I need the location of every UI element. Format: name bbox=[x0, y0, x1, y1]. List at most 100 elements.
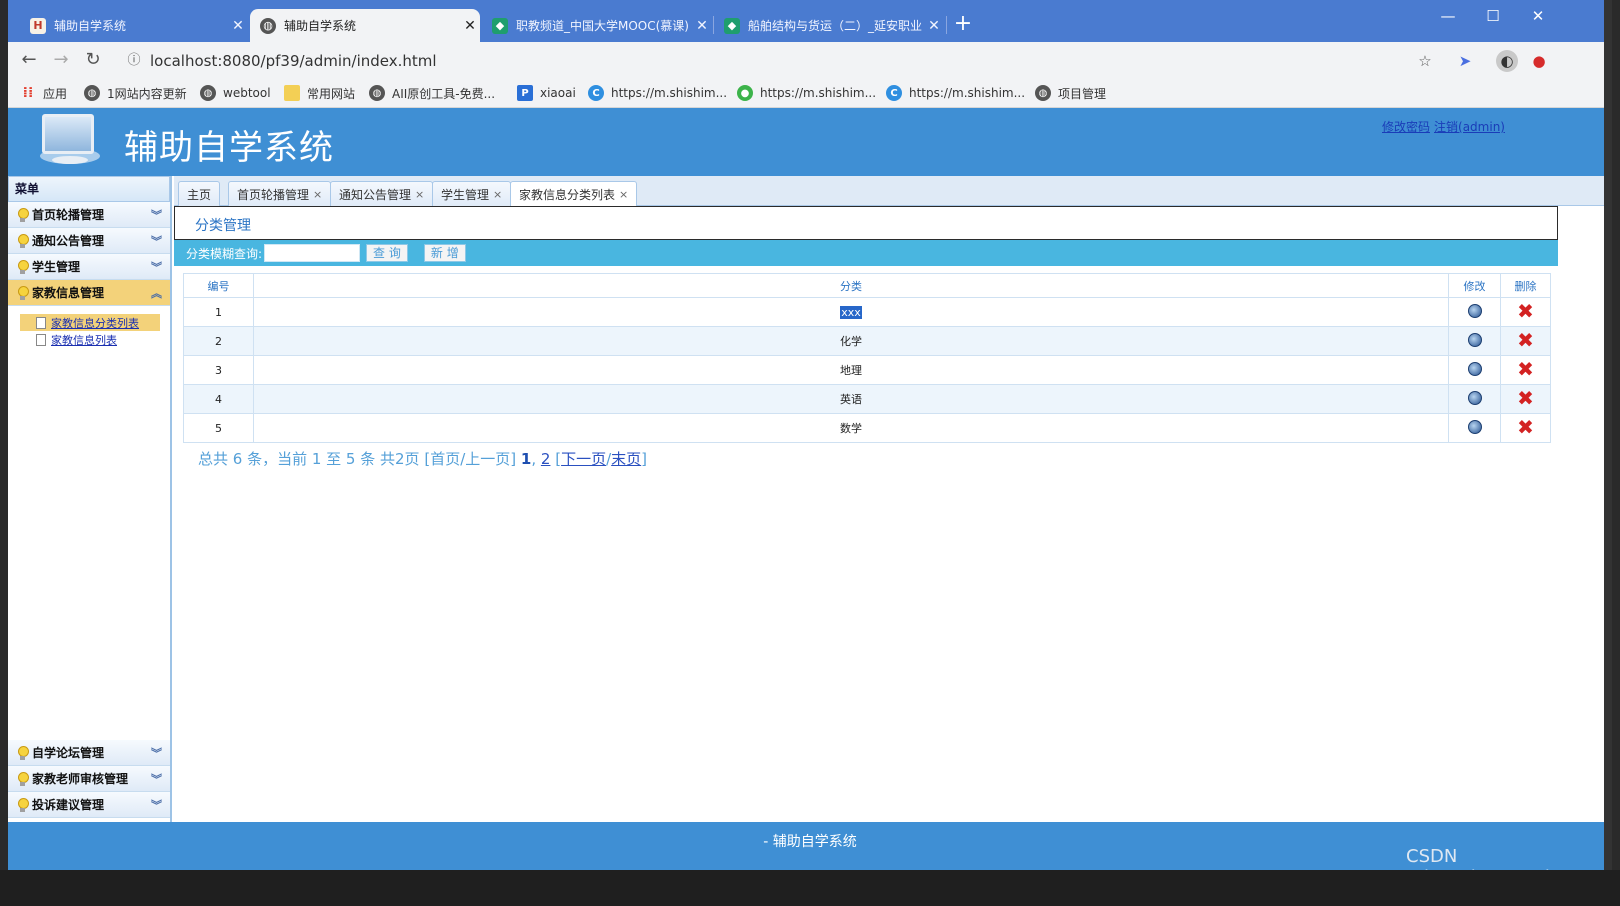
bookmark-item[interactable]: ● https://m.shishim... bbox=[737, 83, 876, 103]
chevron-down-icon: ︾ bbox=[151, 209, 162, 222]
address-bar[interactable]: ⓘ localhost:8080/pf39/admin/index.html bbox=[118, 47, 1458, 75]
tab-separator bbox=[946, 16, 947, 34]
sidebar-item-complaints[interactable]: 投诉建议管理 ︾ bbox=[8, 792, 170, 818]
cell-delete: ✖ bbox=[1500, 413, 1551, 443]
close-tab-icon[interactable]: ✕ bbox=[924, 18, 944, 34]
bookmark-item[interactable]: C https://m.shishim... bbox=[588, 83, 727, 103]
table-row: 2 化学 ✖ bbox=[183, 326, 1551, 356]
search-button[interactable]: 查 询 bbox=[366, 244, 408, 262]
new-tab-button[interactable]: + bbox=[950, 12, 976, 38]
tab-carousel[interactable]: 首页轮播管理 × bbox=[228, 181, 332, 206]
pager-page-2-link[interactable]: 2 bbox=[541, 450, 551, 468]
edit-icon[interactable] bbox=[1467, 361, 1482, 376]
logout-link[interactable]: 注销(admin) bbox=[1434, 120, 1505, 134]
close-icon[interactable]: × bbox=[493, 188, 502, 201]
profile-avatar-icon[interactable]: ◐ bbox=[1496, 50, 1518, 72]
tab-notice[interactable]: 通知公告管理 × bbox=[330, 181, 434, 206]
close-tab-icon[interactable]: ✕ bbox=[228, 18, 248, 34]
edit-icon[interactable] bbox=[1467, 419, 1482, 434]
delete-icon[interactable]: ✖ bbox=[1517, 359, 1534, 379]
pager-first-prev: [首页/上一页] bbox=[424, 450, 517, 468]
forward-arrow-icon[interactable]: → bbox=[48, 48, 74, 74]
app-title: 辅助自学系统 bbox=[124, 128, 334, 168]
browser-tab-active[interactable]: ◍ 辅助自学系统 ✕ bbox=[250, 9, 480, 42]
bookmark-item[interactable]: C https://m.shishim... bbox=[886, 83, 1025, 103]
header-links: 修改密码 注销(admin) bbox=[1382, 118, 1509, 135]
window-close-icon[interactable]: ✕ bbox=[1518, 4, 1558, 28]
address-url[interactable]: localhost:8080/pf39/admin/index.html bbox=[150, 52, 437, 70]
bookmark-label: webtool bbox=[223, 86, 271, 100]
tab-students[interactable]: 学生管理 × bbox=[432, 181, 512, 206]
bookmark-item[interactable]: ◍ webtool bbox=[200, 83, 271, 103]
delete-icon[interactable]: ✖ bbox=[1517, 388, 1534, 408]
delete-icon[interactable]: ✖ bbox=[1517, 330, 1534, 350]
delete-icon[interactable]: ✖ bbox=[1517, 301, 1534, 321]
sidebar-item-tutor-info[interactable]: 家教信息管理 ︽ bbox=[8, 280, 170, 306]
apps-grid-icon: ⁞⁞ bbox=[22, 85, 34, 101]
edit-icon[interactable] bbox=[1467, 303, 1482, 318]
minimize-icon[interactable]: — bbox=[1428, 4, 1468, 28]
browser-tab[interactable]: ◆ 船舶结构与货运（二）_延安职业 ✕ bbox=[714, 9, 944, 42]
page-scrollbar[interactable] bbox=[1604, 0, 1612, 900]
submenu-link-info-list[interactable]: 家教信息列表 bbox=[20, 331, 160, 348]
chevron-down-icon: ︾ bbox=[151, 773, 162, 786]
add-button[interactable]: 新 增 bbox=[423, 244, 466, 262]
bookmark-item[interactable]: P xiaoai bbox=[517, 83, 576, 103]
cell-edit bbox=[1448, 355, 1501, 385]
back-arrow-icon[interactable]: ← bbox=[16, 48, 42, 74]
submenu-link-category-list[interactable]: 家教信息分类列表 bbox=[20, 314, 160, 331]
pager-last-link[interactable]: 末页 bbox=[611, 450, 641, 468]
cell-category: 数学 bbox=[253, 413, 1449, 443]
close-icon[interactable]: × bbox=[619, 188, 628, 201]
category-search-input[interactable] bbox=[264, 244, 361, 262]
bookmark-item[interactable]: ◍ 1网站内容更新 bbox=[84, 83, 187, 103]
close-tab-icon[interactable]: ✕ bbox=[460, 18, 480, 34]
cell-category: xxx bbox=[253, 297, 1449, 327]
pager-next-link[interactable]: 下一页 bbox=[561, 450, 606, 468]
logo-stand bbox=[52, 156, 88, 164]
delete-icon[interactable]: ✖ bbox=[1517, 417, 1534, 437]
site-info-icon[interactable]: ⓘ bbox=[124, 51, 144, 71]
pager-current-page: 1 bbox=[520, 450, 532, 468]
cell-category: 英语 bbox=[253, 384, 1449, 414]
column-header-category: 分类 bbox=[253, 273, 1449, 298]
chevron-down-icon: ︾ bbox=[151, 235, 162, 248]
column-header-id: 编号 bbox=[183, 273, 254, 298]
sidebar-item-tutor-review[interactable]: 家教老师审核管理 ︾ bbox=[8, 766, 170, 792]
extension-icon[interactable]: ➤ bbox=[1454, 50, 1476, 72]
browser-tabstrip: H 辅助自学系统 ✕ ◍ 辅助自学系统 ✕ ◆ 职教频道_中国大学MOOC(慕课… bbox=[8, 0, 1612, 42]
pager-bracket: ] bbox=[641, 450, 648, 468]
sidebar-item-notice[interactable]: 通知公告管理 ︾ bbox=[8, 228, 170, 254]
bookmark-item[interactable]: ◍ AII原创工具-免费... bbox=[369, 83, 495, 103]
tab-home[interactable]: 主页 bbox=[178, 181, 221, 206]
sidebar-item-students[interactable]: 学生管理 ︾ bbox=[8, 254, 170, 280]
edit-icon[interactable] bbox=[1467, 390, 1482, 405]
reload-icon[interactable]: ↻ bbox=[80, 48, 106, 74]
sidebar-item-forum[interactable]: 自学论坛管理 ︾ bbox=[8, 740, 170, 766]
bookmark-star-icon[interactable]: ☆ bbox=[1414, 50, 1436, 72]
bookmark-label: https://m.shishim... bbox=[909, 86, 1026, 100]
close-tab-icon[interactable]: ✕ bbox=[692, 18, 712, 34]
document-icon bbox=[36, 333, 46, 346]
extension-red-icon[interactable]: ● bbox=[1528, 50, 1550, 72]
bookmark-label: https://m.shishim... bbox=[760, 86, 877, 100]
sidebar-bottom-group: 自学论坛管理 ︾ 家教老师审核管理 ︾ 投诉建议管理 ︾ bbox=[8, 740, 170, 818]
maximize-icon[interactable]: ☐ bbox=[1473, 4, 1513, 28]
cell-edit bbox=[1448, 326, 1501, 356]
chevron-down-icon: ︾ bbox=[151, 261, 162, 274]
bookmark-folder[interactable]: 常用网站 bbox=[284, 83, 355, 103]
change-password-link[interactable]: 修改密码 bbox=[1382, 120, 1430, 134]
globe-icon: ◍ bbox=[1035, 85, 1051, 101]
bookmark-apps[interactable]: ⁞⁞ 应用 bbox=[20, 83, 67, 103]
close-icon[interactable]: × bbox=[415, 188, 424, 201]
edit-icon[interactable] bbox=[1467, 332, 1482, 347]
sidebar-item-carousel[interactable]: 首页轮播管理 ︾ bbox=[8, 202, 170, 228]
submenu-label: 家教信息分类列表 bbox=[51, 316, 139, 330]
bookmark-item[interactable]: ◍ 项目管理 bbox=[1035, 83, 1106, 103]
tab-category-list[interactable]: 家教信息分类列表 × bbox=[510, 181, 638, 207]
close-icon[interactable]: × bbox=[313, 188, 322, 201]
sidebar-item-label: 家教信息管理 bbox=[32, 286, 105, 300]
browser-tab[interactable]: ◆ 职教频道_中国大学MOOC(慕课) ✕ bbox=[482, 9, 712, 42]
browser-tab[interactable]: H 辅助自学系统 ✕ bbox=[20, 9, 248, 42]
document-icon bbox=[36, 316, 46, 329]
